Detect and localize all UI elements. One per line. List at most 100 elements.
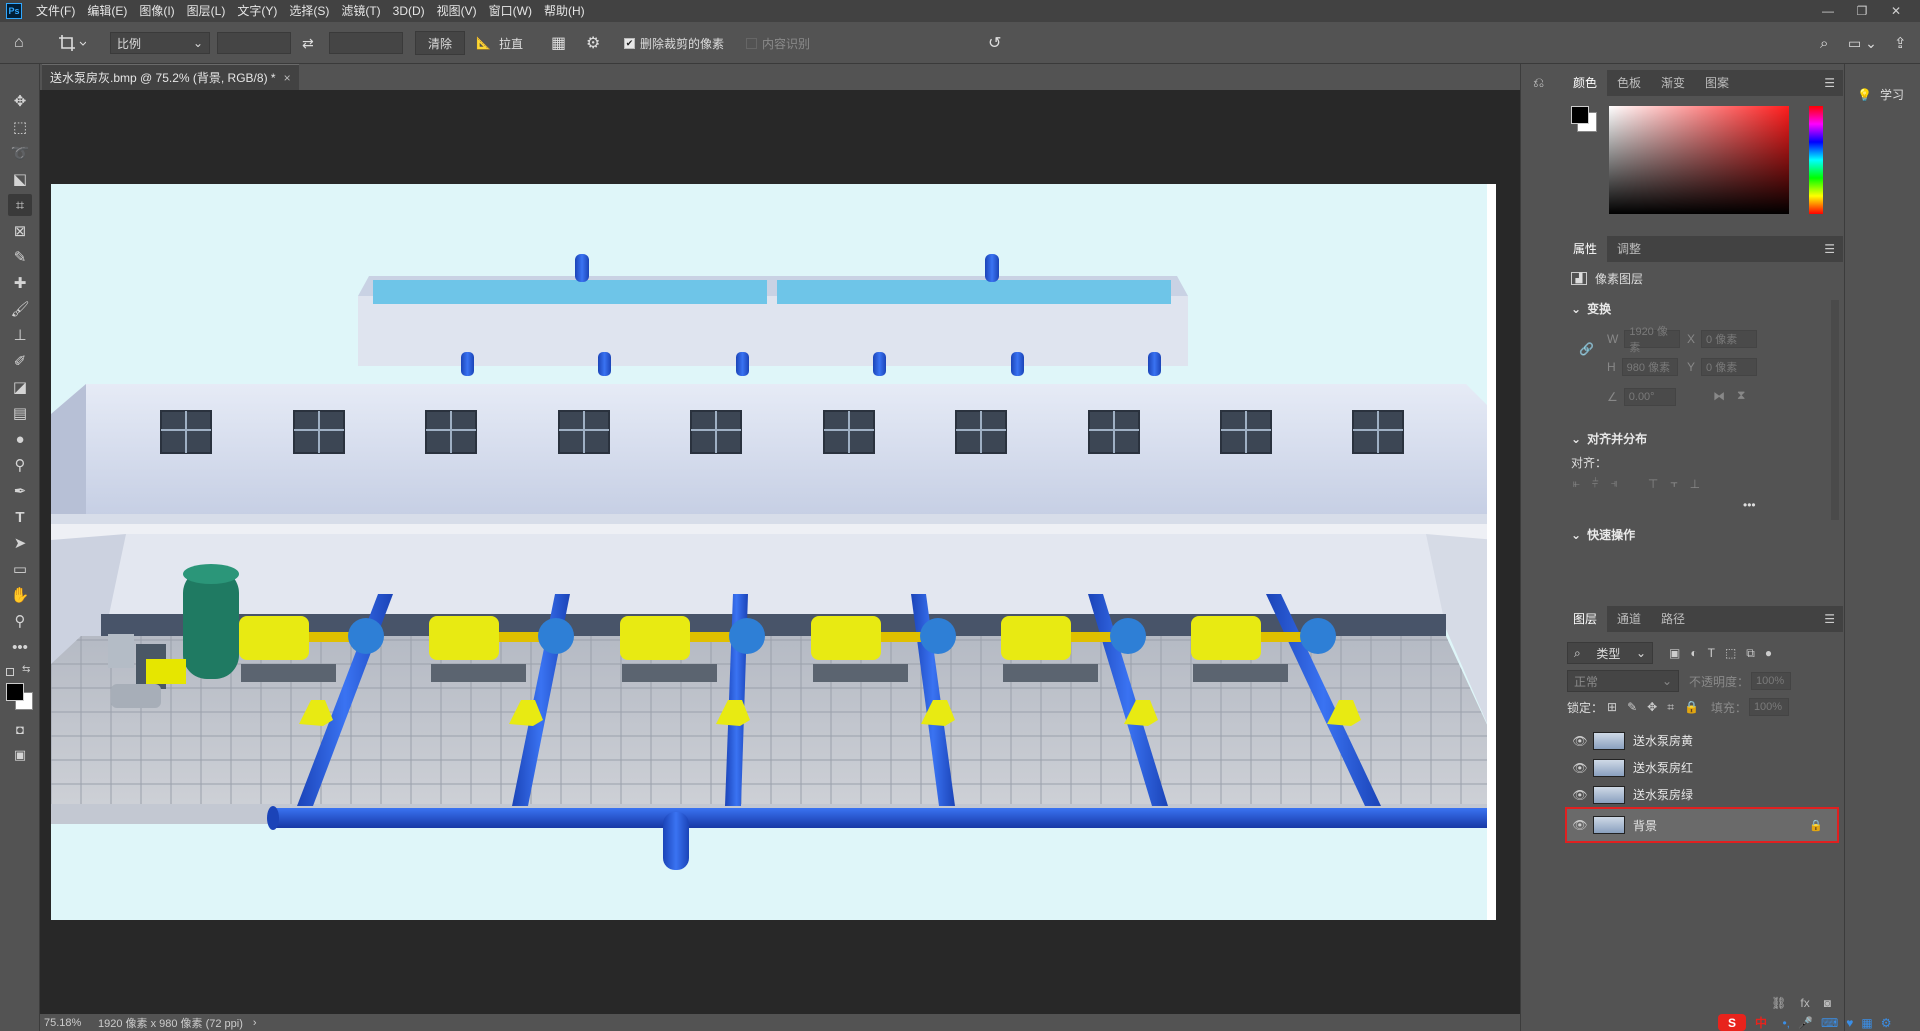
gradient-tool-icon[interactable]: ▤ xyxy=(8,402,32,424)
menu-view[interactable]: 视图(V) xyxy=(431,0,483,22)
panel-menu-icon[interactable]: ☰ xyxy=(1824,612,1835,626)
crop-preset-icon[interactable] xyxy=(58,31,86,55)
menu-image[interactable]: 图像(I) xyxy=(133,0,180,22)
ratio-width-input[interactable] xyxy=(217,32,291,54)
history-panel-icon[interactable]: ⎌ xyxy=(1533,74,1544,91)
color-field[interactable] xyxy=(1609,106,1789,214)
screen-mode-icon[interactable]: ▣ xyxy=(8,744,32,766)
canvas-area[interactable] xyxy=(40,90,1520,1014)
tab-color[interactable]: 颜色 xyxy=(1563,70,1608,96)
foreground-color-swatch[interactable] xyxy=(6,683,24,701)
crop-tool-icon[interactable]: ⌗ xyxy=(8,194,32,216)
filter-pixel-icon[interactable]: ▣ xyxy=(1669,646,1680,661)
type-tool-icon[interactable]: T xyxy=(8,506,32,528)
tab-adjustments[interactable]: 调整 xyxy=(1607,236,1651,262)
flip-vertical-icon[interactable]: ⧗ xyxy=(1737,388,1745,403)
align-left-icon[interactable]: ⫦ xyxy=(1573,476,1580,491)
history-brush-tool-icon[interactable]: ✐ xyxy=(8,350,32,372)
restore-icon[interactable]: ❐ xyxy=(1846,0,1878,22)
tab-paths[interactable]: 路径 xyxy=(1651,606,1695,632)
color-fg-swatch[interactable] xyxy=(1571,106,1589,124)
fill-input[interactable]: 100% xyxy=(1748,698,1789,716)
tab-swatches[interactable]: 色板 xyxy=(1607,70,1651,96)
layer-filter-select[interactable]: ⌕ 类型 ⌄ xyxy=(1567,642,1653,664)
tab-patterns[interactable]: 图案 xyxy=(1695,70,1739,96)
object-select-tool-icon[interactable]: ⬕ xyxy=(8,168,32,190)
photoshop-logo[interactable]: Ps xyxy=(6,3,22,19)
layer-lock-icon[interactable]: 🔒 xyxy=(1809,819,1823,832)
blend-mode-select[interactable]: 正常 ⌄ xyxy=(1567,670,1679,692)
visibility-eye-icon[interactable]: 👁 xyxy=(1567,818,1593,832)
menu-3d[interactable]: 3D(D) xyxy=(387,0,431,22)
layer-row[interactable]: 👁 送水泵房绿 xyxy=(1567,781,1837,808)
punctuation-icon[interactable]: •, xyxy=(1782,1016,1790,1030)
layer-row-background[interactable]: 👁 背景 🔒 xyxy=(1565,807,1839,843)
menu-file[interactable]: 文件(F) xyxy=(30,0,81,22)
blur-tool-icon[interactable]: ● xyxy=(8,428,32,450)
ratio-height-input[interactable] xyxy=(329,32,403,54)
lock-position-icon[interactable]: ✥ xyxy=(1647,700,1657,715)
delete-cropped-checkbox[interactable]: ✔ 删除裁剪的像素 xyxy=(624,31,724,55)
tab-layers[interactable]: 图层 xyxy=(1563,606,1608,632)
marquee-tool-icon[interactable]: ⬚ xyxy=(8,116,32,138)
grid-icon[interactable]: ▦ xyxy=(1861,1016,1872,1030)
panel-menu-icon[interactable]: ☰ xyxy=(1824,76,1835,90)
quick-actions-section[interactable]: ⌄ 快速操作 xyxy=(1571,526,1635,543)
height-input[interactable]: 980 像素 xyxy=(1621,358,1678,376)
reset-icon[interactable]: ↺ xyxy=(988,31,1001,55)
menu-layer[interactable]: 图层(L) xyxy=(181,0,232,22)
clone-stamp-tool-icon[interactable]: ⊥ xyxy=(8,324,32,346)
rectangle-tool-icon[interactable]: ▭ xyxy=(8,558,32,580)
visibility-eye-icon[interactable]: 👁 xyxy=(1567,761,1593,775)
filter-toggle-icon[interactable]: ● xyxy=(1765,646,1772,661)
properties-scrollbar[interactable] xyxy=(1831,300,1839,520)
lock-pixels-icon[interactable]: ✎ xyxy=(1627,700,1637,715)
flip-horizontal-icon[interactable]: ⧓ xyxy=(1713,389,1725,403)
menu-select[interactable]: 选择(S) xyxy=(283,0,335,22)
search-icon[interactable]: ⌕ xyxy=(1820,31,1828,55)
settings-gear-icon[interactable]: ⚙ xyxy=(586,31,600,55)
filter-adjustment-icon[interactable]: ◐ xyxy=(1690,646,1697,661)
layer-style-fx-icon[interactable]: fx xyxy=(1800,996,1809,1010)
dodge-tool-icon[interactable]: ⚲ xyxy=(8,454,32,476)
ime-logo[interactable]: S xyxy=(1718,1014,1746,1031)
link-layers-icon[interactable]: ⛓ xyxy=(1771,996,1786,1010)
microphone-icon[interactable]: 🎤 xyxy=(1798,1016,1813,1030)
share-icon[interactable]: ⇪ xyxy=(1894,31,1907,55)
align-hcenter-icon[interactable]: ⫩ xyxy=(1592,476,1599,491)
keyboard-icon[interactable]: ⌨ xyxy=(1821,1016,1838,1030)
panel-menu-icon[interactable]: ☰ xyxy=(1824,242,1835,256)
width-input[interactable]: 1920 像素 xyxy=(1624,326,1681,354)
tab-gradients[interactable]: 渐变 xyxy=(1651,70,1695,96)
document-tab[interactable]: 送水泵房灰.bmp @ 75.2% (背景, RGB/8) * × xyxy=(42,64,299,90)
filter-shape-icon[interactable]: ⬚ xyxy=(1725,646,1736,661)
path-select-tool-icon[interactable]: ➤ xyxy=(8,532,32,554)
content-aware-checkbox[interactable]: 内容识别 xyxy=(746,31,810,55)
layer-row[interactable]: 👁 送水泵房红 xyxy=(1567,754,1837,781)
quick-mask-icon[interactable]: ◘ xyxy=(8,718,32,740)
status-expand-icon[interactable]: › xyxy=(253,1017,257,1029)
move-tool-icon[interactable]: ✥ xyxy=(8,90,32,112)
lock-transparency-icon[interactable]: ⊞ xyxy=(1607,700,1617,715)
workspace-icon[interactable]: ▭ ⌄ xyxy=(1848,31,1877,55)
x-input[interactable]: 0 像素 xyxy=(1701,330,1758,348)
lasso-tool-icon[interactable]: ➰ xyxy=(8,142,32,164)
more-options-icon[interactable]: ••• xyxy=(1743,498,1756,512)
menu-edit[interactable]: 编辑(E) xyxy=(81,0,133,22)
menu-help[interactable]: 帮助(H) xyxy=(538,0,591,22)
filter-smart-object-icon[interactable]: ⧉ xyxy=(1746,646,1755,661)
eyedropper-tool-icon[interactable]: ✎ xyxy=(8,246,32,268)
tab-channels[interactable]: 通道 xyxy=(1607,606,1651,632)
frame-tool-icon[interactable]: ⊠ xyxy=(8,220,32,242)
overlay-grid-icon[interactable]: ▦ xyxy=(551,31,566,55)
eraser-tool-icon[interactable]: ◪ xyxy=(8,376,32,398)
menu-type[interactable]: 文字(Y) xyxy=(231,0,283,22)
default-colors-icon[interactable] xyxy=(6,668,14,676)
pen-tool-icon[interactable]: ✒ xyxy=(8,480,32,502)
zoom-tool-icon[interactable]: ⚲ xyxy=(8,610,32,632)
ime-settings-icon[interactable]: ⚙ xyxy=(1881,1016,1892,1030)
swap-icon[interactable]: ⇄ xyxy=(302,31,314,55)
layer-row[interactable]: 👁 送水泵房黄 xyxy=(1567,727,1837,754)
align-top-icon[interactable]: ⊤ xyxy=(1648,477,1658,491)
align-right-icon[interactable]: ⫣ xyxy=(1611,476,1618,491)
